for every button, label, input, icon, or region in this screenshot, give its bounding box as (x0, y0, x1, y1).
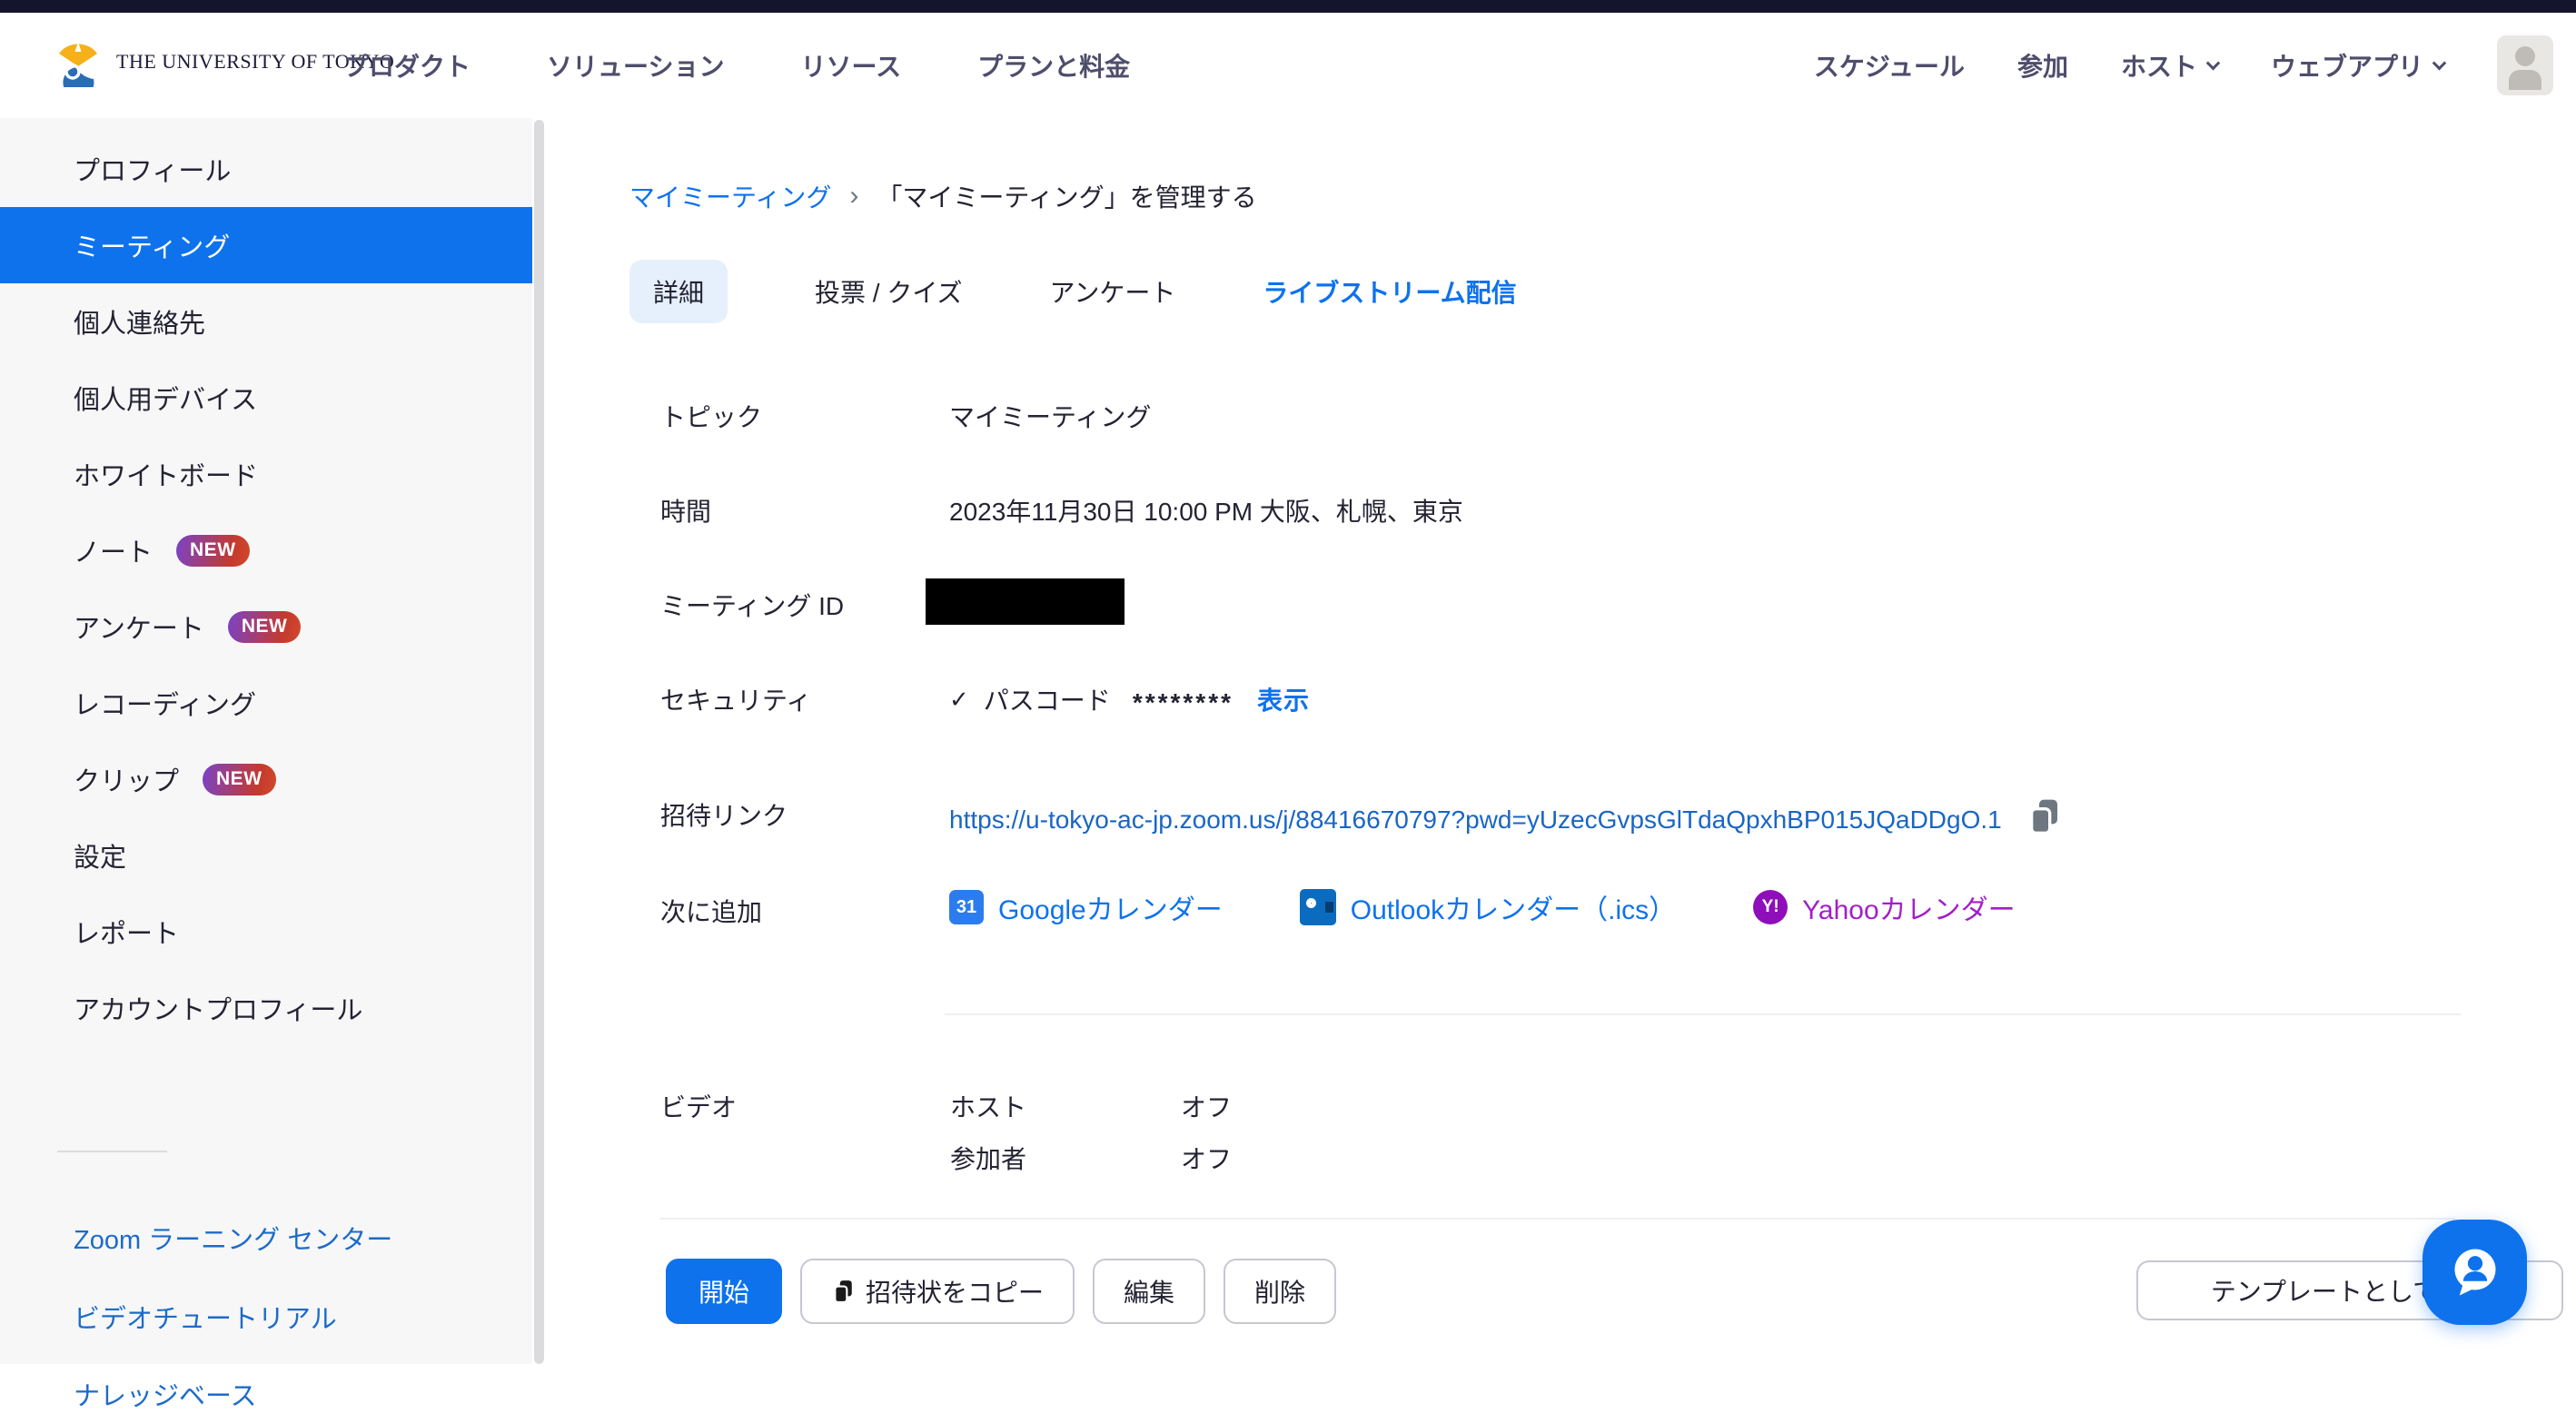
chevron-down-icon (2206, 55, 2221, 70)
video-participant-label: 参加者 (950, 1140, 1026, 1176)
copy-invitation-button[interactable]: 招待状をコピー (800, 1259, 1075, 1324)
sidebar-item-personal-contacts[interactable]: 個人連絡先 (0, 283, 532, 360)
passcode-label: パスコード (984, 681, 1111, 717)
sidebar-item-account-profile[interactable]: アカウントプロフィール (0, 970, 532, 1046)
passcode-mask: ******** (1133, 688, 1234, 717)
section-divider (945, 1013, 2461, 1015)
check-icon: ✓ (949, 686, 969, 714)
tab-polls-quizzes[interactable]: 投票 / クイズ (815, 273, 963, 310)
top-dark-strip (0, 0, 2576, 13)
sidebar-item-meetings[interactable]: ミーティング (0, 207, 532, 283)
add-to-label: 次に追加 (660, 893, 762, 929)
sidebar-item-surveys[interactable]: アンケートNEW (0, 588, 532, 665)
new-badge: NEW (203, 764, 276, 795)
webapp-menu[interactable]: ウェブアプリ (2271, 47, 2444, 84)
nav-products[interactable]: プロダクト (343, 47, 471, 84)
invite-link-label: 招待リンク (660, 796, 788, 833)
sidebar-item-settings[interactable]: 設定 (0, 817, 532, 894)
yahoo-calendar-link[interactable]: Y! Yahooカレンダー (1753, 887, 2016, 927)
topic-label: トピック (660, 398, 762, 434)
video-host-value: オフ (1181, 1088, 1232, 1124)
breadcrumb-separator: › (849, 181, 858, 212)
sidebar-item-notes[interactable]: ノートNEW (0, 512, 532, 588)
avatar[interactable] (2497, 35, 2553, 95)
ginkgo-leaf-icon (53, 36, 104, 87)
sidebar-item-recordings[interactable]: レコーディング (0, 665, 532, 741)
header: THE UNIVERSITY OF TOKYO プロダクト ソリューション リソ… (0, 13, 2576, 118)
video-participant-value: オフ (1181, 1140, 1232, 1176)
time-label: 時間 (660, 492, 711, 529)
header-nav: プロダクト ソリューション リソース プランと料金 (343, 13, 1130, 118)
invite-link-url[interactable]: https://u-tokyo-ac-jp.zoom.us/j/88416670… (949, 805, 2002, 835)
sidebar-item-profile[interactable]: プロフィール (0, 131, 532, 207)
sidebar-link-knowledge-base[interactable]: ナレッジベース (74, 1375, 257, 1413)
show-passcode-link[interactable]: 表示 (1257, 681, 1310, 717)
sidebar-link-learning-center[interactable]: Zoom ラーニング センター (74, 1219, 392, 1257)
sidebar: プロフィール ミーティング 個人連絡先 個人用デバイス ホワイトボード ノートN… (0, 118, 532, 1364)
tab-survey[interactable]: アンケート (1050, 273, 1176, 310)
footer-divider (660, 1218, 2455, 1220)
nav-resources[interactable]: リソース (800, 47, 901, 84)
breadcrumb: マイミーティング › 「マイミーティング」を管理する (629, 178, 1257, 214)
join-link[interactable]: 参加 (2017, 47, 2068, 84)
security-label: セキュリティ (660, 681, 811, 717)
action-buttons: 開始 招待状をコピー 編集 削除 (666, 1259, 1336, 1324)
outlook-calendar-link[interactable]: Outlookカレンダー（.ics） (1300, 887, 1676, 927)
sidebar-item-personal-devices[interactable]: 個人用デバイス (0, 360, 532, 436)
sidebar-scrollbar[interactable] (534, 120, 544, 1364)
time-value: 2023年11月30日 10:00 PM 大阪、札幌、東京 (949, 492, 1463, 529)
video-host-label: ホスト (950, 1088, 1026, 1124)
nav-plans-pricing[interactable]: プランと料金 (977, 47, 1130, 84)
meeting-id-redaction (926, 578, 1125, 625)
breadcrumb-current: 「マイミーティング」を管理する (877, 178, 1256, 214)
start-button[interactable]: 開始 (666, 1259, 782, 1324)
sidebar-nav: プロフィール ミーティング 個人連絡先 個人用デバイス ホワイトボード ノートN… (0, 131, 532, 1046)
outlook-calendar-icon (1300, 889, 1336, 925)
copy-icon (831, 1278, 855, 1305)
invite-link-row: https://u-tokyo-ac-jp.zoom.us/j/88416670… (949, 796, 2062, 843)
header-actions: スケジュール 参加 ホスト ウェブアプリ (1814, 13, 2553, 118)
schedule-link[interactable]: スケジュール (1814, 47, 1965, 84)
copy-link-icon[interactable] (2026, 796, 2062, 843)
chevron-down-icon (2432, 55, 2447, 70)
host-menu[interactable]: ホスト (2121, 47, 2218, 84)
yahoo-calendar-icon: Y! (1753, 890, 1788, 924)
delete-button[interactable]: 削除 (1224, 1259, 1336, 1324)
sidebar-item-reports[interactable]: レポート (0, 894, 532, 970)
calendar-links: 31 Googleカレンダー Outlookカレンダー（.ics） Y! Yah… (949, 887, 2016, 927)
sidebar-item-whiteboard[interactable]: ホワイトボード (0, 436, 532, 512)
meeting-id-label: ミーティング ID (660, 587, 844, 623)
sidebar-link-video-tutorials[interactable]: ビデオチュートリアル (74, 1298, 337, 1336)
topic-value: マイミーティング (949, 398, 1151, 434)
person-chat-bubble-icon (2442, 1240, 2508, 1305)
edit-button[interactable]: 編集 (1093, 1259, 1205, 1324)
breadcrumb-my-meetings[interactable]: マイミーティング (629, 178, 831, 214)
new-badge: NEW (176, 535, 250, 567)
main-content: マイミーティング › 「マイミーティング」を管理する 詳細 投票 / クイズ ア… (545, 118, 2576, 1364)
sidebar-divider (57, 1151, 167, 1152)
security-value: ✓ パスコード ******** 表示 (949, 681, 1310, 717)
tab-livestream[interactable]: ライブストリーム配信 (1263, 273, 1516, 310)
nav-solutions[interactable]: ソリューション (547, 47, 724, 84)
new-badge: NEW (228, 611, 302, 643)
support-contact-button[interactable] (2422, 1220, 2527, 1325)
avatar-person-icon (2515, 46, 2535, 66)
google-calendar-link[interactable]: 31 Googleカレンダー (949, 887, 1223, 927)
sidebar-item-clips[interactable]: クリップNEW (0, 741, 532, 817)
tab-details[interactable]: 詳細 (629, 260, 728, 323)
video-label: ビデオ (660, 1088, 737, 1124)
tabs: 詳細 投票 / クイズ アンケート ライブストリーム配信 (629, 260, 1517, 323)
google-calendar-icon: 31 (949, 890, 984, 924)
